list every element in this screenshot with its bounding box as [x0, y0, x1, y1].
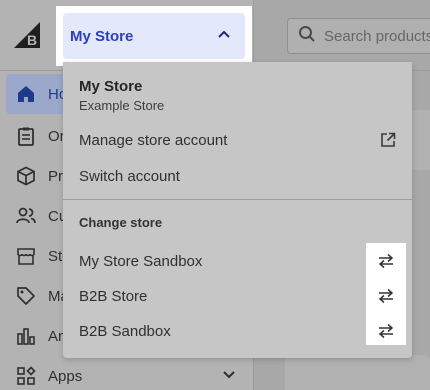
search-icon — [298, 25, 316, 48]
sidebar-item-apps[interactable]: Apps — [0, 356, 254, 390]
store-option[interactable]: My Store Sandbox — [63, 244, 412, 278]
apps-icon — [16, 366, 36, 386]
search-box[interactable] — [287, 18, 430, 54]
chevron-up-icon — [217, 27, 231, 46]
storefront-icon — [16, 246, 36, 266]
store-option-label: B2B Sandbox — [79, 322, 171, 340]
switch-store-icon[interactable] — [374, 249, 398, 273]
search-input[interactable] — [324, 27, 430, 45]
current-store-subtitle: Example Store — [79, 98, 165, 113]
users-icon — [16, 206, 36, 226]
store-switcher-label: My Store — [70, 27, 134, 45]
store-switcher-dropdown: My Store Example Store Manage store acco… — [63, 62, 412, 358]
store-switcher-highlight: My Store — [56, 6, 252, 66]
external-link-icon — [380, 132, 396, 148]
sidebar-item-label: Apps — [48, 367, 83, 385]
store-switcher-button[interactable]: My Store — [63, 13, 245, 59]
manage-store-account-label: Manage store account — [79, 131, 228, 149]
home-icon — [16, 84, 36, 104]
bar-chart-icon — [16, 326, 36, 346]
store-option-label: My Store Sandbox — [79, 252, 203, 270]
box-icon — [16, 166, 36, 186]
bigcommerce-logo-icon[interactable]: B — [14, 22, 40, 48]
store-option[interactable]: B2B Store — [63, 279, 412, 313]
store-option[interactable]: B2B Sandbox — [63, 314, 412, 348]
manage-store-account-link[interactable]: Manage store account — [63, 123, 412, 157]
current-store-name: My Store — [79, 78, 143, 95]
switch-store-icons-highlight — [366, 243, 406, 345]
svg-text:B: B — [27, 32, 37, 48]
tag-icon — [16, 286, 36, 306]
dashboard-card — [285, 355, 430, 390]
switch-account-label: Switch account — [79, 167, 180, 185]
switch-account-button[interactable]: Switch account — [63, 159, 412, 193]
store-option-label: B2B Store — [79, 287, 148, 305]
switch-store-icon[interactable] — [374, 319, 398, 343]
clipboard-icon — [16, 126, 36, 146]
sidebar-item-home[interactable]: Home — [6, 74, 88, 114]
switch-store-icon[interactable] — [374, 284, 398, 308]
change-store-heading: Change store — [79, 215, 163, 230]
chevron-down-icon[interactable] — [222, 368, 236, 386]
dropdown-divider — [63, 199, 412, 200]
